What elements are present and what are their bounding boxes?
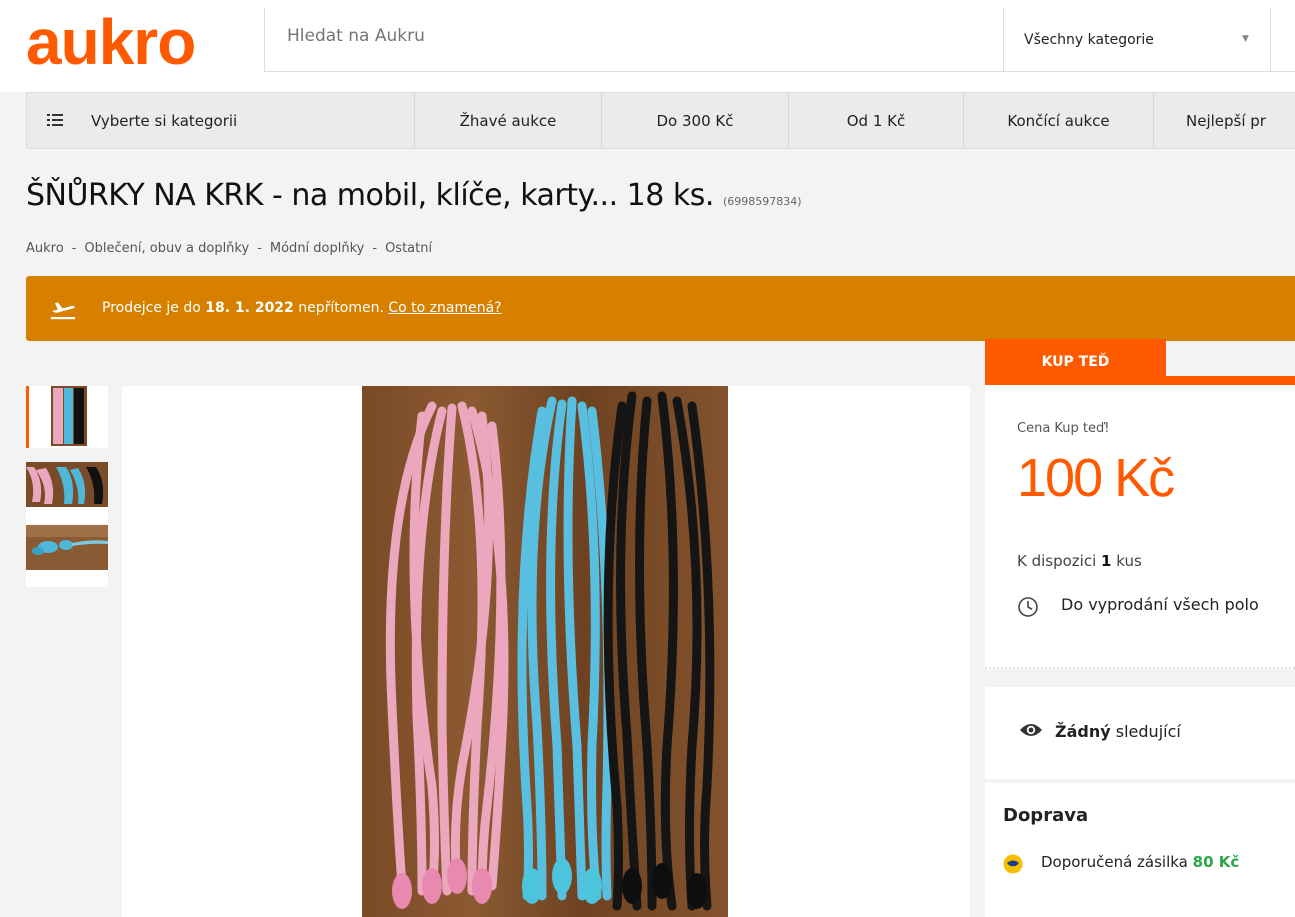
eye-icon <box>1020 724 1042 736</box>
sold-out-countdown: Do vyprodání všech polo <box>1061 595 1259 614</box>
shipping-method: Doporučená zásilka 80 Kč <box>1041 853 1239 871</box>
image-panel <box>122 386 970 917</box>
banner-suffix: nepřítomen. <box>298 300 384 316</box>
nav-categories[interactable]: Vyberte si kategorii <box>27 93 415 148</box>
page-title: ŠŇŮRKY NA KRK - na mobil, klíče, karty..… <box>26 178 802 213</box>
seller-away-banner: Prodejce je do 18. 1. 2022 nepřítomen. C… <box>26 276 1295 341</box>
breadcrumb-item[interactable]: Aukro <box>26 241 64 256</box>
nav-item-best[interactable]: Nejlepší pr <box>1154 93 1295 148</box>
banner-date: 18. 1. 2022 <box>205 300 294 316</box>
availability: K dispozici 1 kus <box>1017 552 1142 570</box>
watchers-box: Žádný sledující <box>985 687 1295 779</box>
thumbnail-image <box>26 462 108 507</box>
availability-prefix: K dispozici <box>1017 552 1097 570</box>
availability-count: 1 <box>1101 552 1112 570</box>
shipping-price: 80 Kč <box>1192 853 1240 871</box>
thumbnail-2[interactable] <box>26 462 108 524</box>
thumbnail-3[interactable] <box>26 525 108 587</box>
availability-suffix: kus <box>1116 552 1142 570</box>
category-select-label: Všechny kategorie <box>1024 32 1154 48</box>
thumbnail-image <box>29 386 108 448</box>
banner-text: Prodejce je do 18. 1. 2022 nepřítomen. C… <box>102 300 502 316</box>
shipping-title: Doprava <box>1003 805 1089 826</box>
listing-id: (6998597834) <box>722 195 802 208</box>
watchers-count: Žádný sledující <box>1055 722 1181 741</box>
plane-icon <box>51 302 75 320</box>
shipping-box: Doprava Doporučená zásilka 80 Kč <box>985 783 1295 917</box>
what-does-it-mean-link[interactable]: Co to znamená? <box>388 300 501 316</box>
buy-box: Cena Kup teď! 100 Kč K dispozici 1 kus D… <box>985 385 1295 669</box>
search-input[interactable] <box>287 26 887 46</box>
shipping-method-label: Doporučená zásilka <box>1041 853 1188 871</box>
product-photo[interactable] <box>362 386 728 917</box>
nav-item-ending[interactable]: Končící aukce <box>964 93 1154 148</box>
breadcrumb-item[interactable]: Oblečení, obuv a doplňky <box>84 241 249 256</box>
chevron-down-icon: ▼ <box>1242 34 1249 44</box>
category-nav: Vyberte si kategorii Žhavé aukce Do 300 … <box>26 92 1295 149</box>
banner-prefix: Prodejce je do <box>102 300 201 316</box>
breadcrumb-item[interactable]: Ostatní <box>385 241 432 256</box>
breadcrumb-item[interactable]: Módní doplňky <box>270 241 364 256</box>
thumbnail-image <box>26 525 108 570</box>
price-label: Cena Kup teď! <box>1017 421 1110 436</box>
watchers-label: sledující <box>1115 722 1181 741</box>
breadcrumb: Aukro - Oblečení, obuv a doplňky - Módní dop… <box>26 241 433 256</box>
aukro-logo[interactable]: aukro <box>26 4 196 80</box>
category-select[interactable]: Všechny kategorie ▼ <box>1003 8 1271 72</box>
price: 100 Kč <box>1017 448 1175 508</box>
nav-item-from-1[interactable]: Od 1 Kč <box>789 93 964 148</box>
listing-title: ŠŇŮRKY NA KRK - na mobil, klíče, karty..… <box>26 178 714 213</box>
thumbnail-1[interactable] <box>26 386 108 448</box>
tab-underline <box>1166 376 1295 385</box>
header: aukro Všechny kategorie ▼ <box>0 0 1295 92</box>
list-icon <box>47 114 63 127</box>
clock-icon <box>1018 597 1038 617</box>
nav-item-under-300[interactable]: Do 300 Kč <box>602 93 789 148</box>
czech-post-icon <box>1003 854 1023 874</box>
tab-buy-now[interactable]: KUP TEĎ <box>985 339 1166 385</box>
watchers-count-bold: Žádný <box>1055 722 1111 741</box>
search-bar: Všechny kategorie ▼ <box>264 8 1295 72</box>
nav-item-hot-auctions[interactable]: Žhavé aukce <box>415 93 602 148</box>
nav-categories-label: Vyberte si kategorii <box>91 111 238 130</box>
search-divider <box>1270 8 1271 72</box>
